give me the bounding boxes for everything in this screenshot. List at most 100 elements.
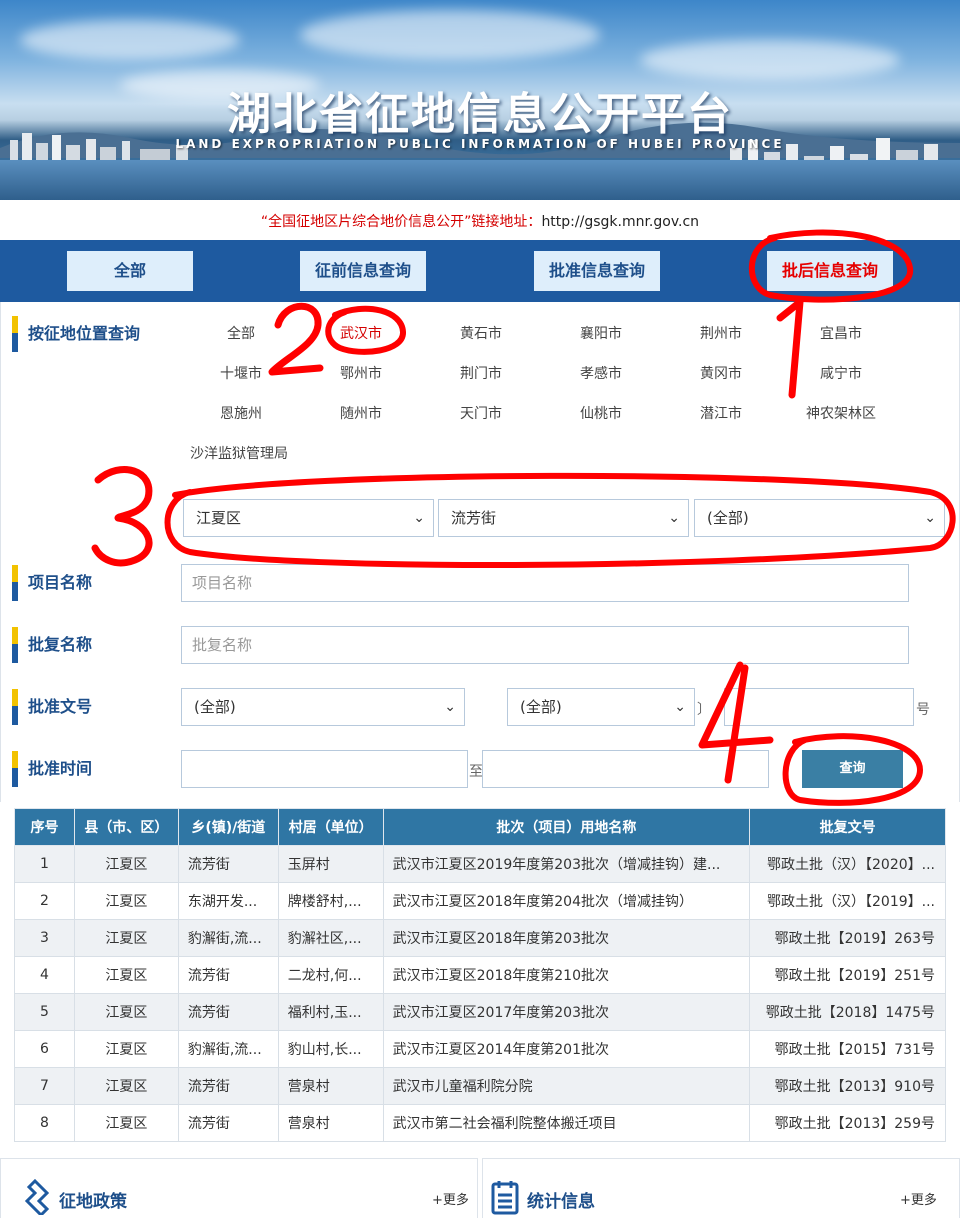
stats-panel: 统计信息 +更多 (482, 1158, 960, 1218)
query-tab-bar: 全部 征前信息查询 批准信息查询 批后信息查询 (0, 240, 960, 302)
project-link[interactable]: 武汉市江夏区2017年度第203批次 (382, 993, 751, 1031)
chevron-down-icon: ⌄ (674, 699, 686, 715)
village-cell: 二龙村,何... (277, 956, 384, 994)
tab-approval[interactable]: 批准信息查询 (534, 251, 660, 291)
tab-pre-expropriation[interactable]: 征前信息查询 (300, 251, 426, 291)
tab-all[interactable]: 全部 (67, 251, 193, 291)
policy-icon (24, 1179, 49, 1215)
table-row[interactable]: 5 江夏区 流芳街 福利村,玉... 武汉市江夏区2017年度第203批次 鄂政… (14, 993, 946, 1031)
chevron-down-icon: ⌄ (444, 699, 456, 715)
table-row[interactable]: 1 江夏区 流芳街 玉屏村 武汉市江夏区2019年度第203批次（增减挂钩）建.… (14, 845, 946, 883)
approval-number-cell: 鄂政土批【2015】731号 (749, 1030, 946, 1068)
project-name-input[interactable]: 项目名称 (181, 564, 909, 602)
city-option[interactable]: 仙桃市 (551, 403, 651, 423)
district-select[interactable]: 江夏区 ⌄ (183, 499, 434, 537)
table-row[interactable]: 2 江夏区 东湖开发... 牌楼舒村,... 武汉市江夏区2018年度第204批… (14, 882, 946, 920)
date-range-separator: 至 (469, 764, 483, 780)
town-cell: 流芳街 (177, 1067, 279, 1105)
city-option[interactable]: 孝感市 (551, 363, 651, 383)
city-option[interactable]: 全部 (191, 323, 291, 343)
site-subtitle: LAND EXPROPRIATION PUBLIC INFORMATION OF… (175, 137, 785, 151)
county-cell: 江夏区 (73, 1104, 179, 1142)
city-option[interactable]: 宜昌市 (791, 323, 891, 343)
approval-number-cell: 鄂政土批【2019】263号 (749, 919, 946, 957)
city-option[interactable]: 沙洋监狱管理局 (190, 443, 310, 463)
row-index: 2 (14, 882, 75, 920)
tab-post-approval[interactable]: 批后信息查询 (767, 251, 893, 291)
doc-prefix-select-value: (全部) (194, 698, 236, 716)
end-date-input[interactable] (482, 750, 769, 788)
village-cell: 营泉村 (277, 1067, 384, 1105)
reply-name-input[interactable]: 批复名称 (181, 626, 909, 664)
table-header-row: 序号 县（市、区） 乡(镇)/街道 村居（单位） 批次（项目）用地名称 批复文号 (14, 808, 946, 846)
reply-name-label: 批复名称 (12, 627, 92, 663)
city-option[interactable]: 咸宁市 (791, 363, 891, 383)
policy-more-link[interactable]: +更多 (432, 1189, 469, 1208)
doc-prefix-select[interactable]: (全部) ⌄ (181, 688, 465, 726)
project-link[interactable]: 武汉市江夏区2018年度第210批次 (382, 956, 751, 994)
doc-number-suffix: 号 (916, 702, 930, 718)
village-select[interactable]: (全部) ⌄ (694, 499, 945, 537)
village-cell: 牌楼舒村,... (277, 882, 384, 920)
project-link[interactable]: 武汉市江夏区2018年度第203批次 (382, 919, 751, 957)
table-row[interactable]: 6 江夏区 豹澥街,流... 豹山村,长... 武汉市江夏区2014年度第201… (14, 1030, 946, 1068)
column-header: 乡(镇)/街道 (177, 808, 279, 846)
city-option[interactable]: 黄石市 (431, 323, 531, 343)
start-date-input[interactable] (181, 750, 468, 788)
city-option[interactable]: 神农架林区 (791, 403, 891, 423)
village-cell: 豹山村,长... (277, 1030, 384, 1068)
city-option[interactable]: 十堰市 (191, 363, 291, 383)
city-option[interactable]: 恩施州 (191, 403, 291, 423)
stats-more-link[interactable]: +更多 (900, 1189, 937, 1208)
row-index: 8 (14, 1104, 75, 1142)
city-option[interactable]: 随州市 (311, 403, 411, 423)
external-link[interactable]: http://gsgk.mnr.gov.cn (541, 214, 699, 230)
project-link[interactable]: 武汉市第二社会福利院整体搬迁项目 (382, 1104, 751, 1142)
county-cell: 江夏区 (73, 919, 179, 957)
city-option[interactable]: 荆州市 (671, 323, 771, 343)
town-cell: 流芳街 (177, 1104, 279, 1142)
table-row[interactable]: 4 江夏区 流芳街 二龙村,何... 武汉市江夏区2018年度第210批次 鄂政… (14, 956, 946, 994)
city-option[interactable]: 天门市 (431, 403, 531, 423)
row-index: 1 (14, 845, 75, 883)
site-title: 湖北省征地信息公开平台 (227, 89, 733, 140)
street-select[interactable]: 流芳街 ⌄ (438, 499, 689, 537)
village-cell: 豹澥社区,... (277, 919, 384, 957)
table-row[interactable]: 7 江夏区 流芳街 营泉村 武汉市儿童福利院分院 鄂政土批【2013】910号 (14, 1067, 946, 1105)
town-cell: 流芳街 (177, 956, 279, 994)
city-option[interactable]: 黄冈市 (671, 363, 771, 383)
table-row[interactable]: 3 江夏区 豹澥街,流... 豹澥社区,... 武汉市江夏区2018年度第203… (14, 919, 946, 957)
policy-panel: 征地政策 +更多 (0, 1158, 478, 1218)
location-filter-label: 按征地位置查询 (12, 316, 140, 352)
village-cell: 营泉村 (277, 1104, 384, 1142)
county-cell: 江夏区 (73, 993, 179, 1031)
project-link[interactable]: 武汉市江夏区2019年度第203批次（增减挂钩）建... (382, 845, 751, 883)
project-link[interactable]: 武汉市江夏区2014年度第201批次 (382, 1030, 751, 1068)
county-cell: 江夏区 (73, 882, 179, 920)
doc-year-select[interactable]: (全部) ⌄ (507, 688, 695, 726)
city-option[interactable]: 鄂州市 (311, 363, 411, 383)
city-option[interactable]: 荆门市 (431, 363, 531, 383)
column-header: 序号 (14, 808, 75, 846)
document-icon (491, 1181, 519, 1215)
city-option[interactable]: 襄阳市 (551, 323, 651, 343)
city-option[interactable]: 潜江市 (671, 403, 771, 423)
table-row[interactable]: 8 江夏区 流芳街 营泉村 武汉市第二社会福利院整体搬迁项目 鄂政土批【2013… (14, 1104, 946, 1142)
city-option-selected[interactable]: 武汉市 (311, 323, 411, 343)
town-cell: 豹澥街,流... (177, 919, 279, 957)
doc-number-input[interactable] (724, 688, 914, 726)
row-index: 7 (14, 1067, 75, 1105)
project-link[interactable]: 武汉市儿童福利院分院 (382, 1067, 751, 1105)
town-cell: 流芳街 (177, 845, 279, 883)
approval-number-cell: 鄂政土批【2018】1475号 (749, 993, 946, 1031)
chevron-down-icon: ⌄ (668, 510, 680, 526)
column-header: 批次（项目）用地名称 (382, 808, 751, 846)
village-cell: 福利村,玉... (277, 993, 384, 1031)
county-cell: 江夏区 (73, 956, 179, 994)
approval-number-cell: 鄂政土批【2019】251号 (749, 956, 946, 994)
results-table: 序号 县（市、区） 乡(镇)/街道 村居（单位） 批次（项目）用地名称 批复文号… (14, 808, 946, 1142)
project-link[interactable]: 武汉市江夏区2018年度第204批次（增减挂钩） (382, 882, 751, 920)
row-index: 5 (14, 993, 75, 1031)
query-button[interactable]: 查询 (802, 750, 903, 788)
bracket-close: 〕 (697, 702, 711, 718)
